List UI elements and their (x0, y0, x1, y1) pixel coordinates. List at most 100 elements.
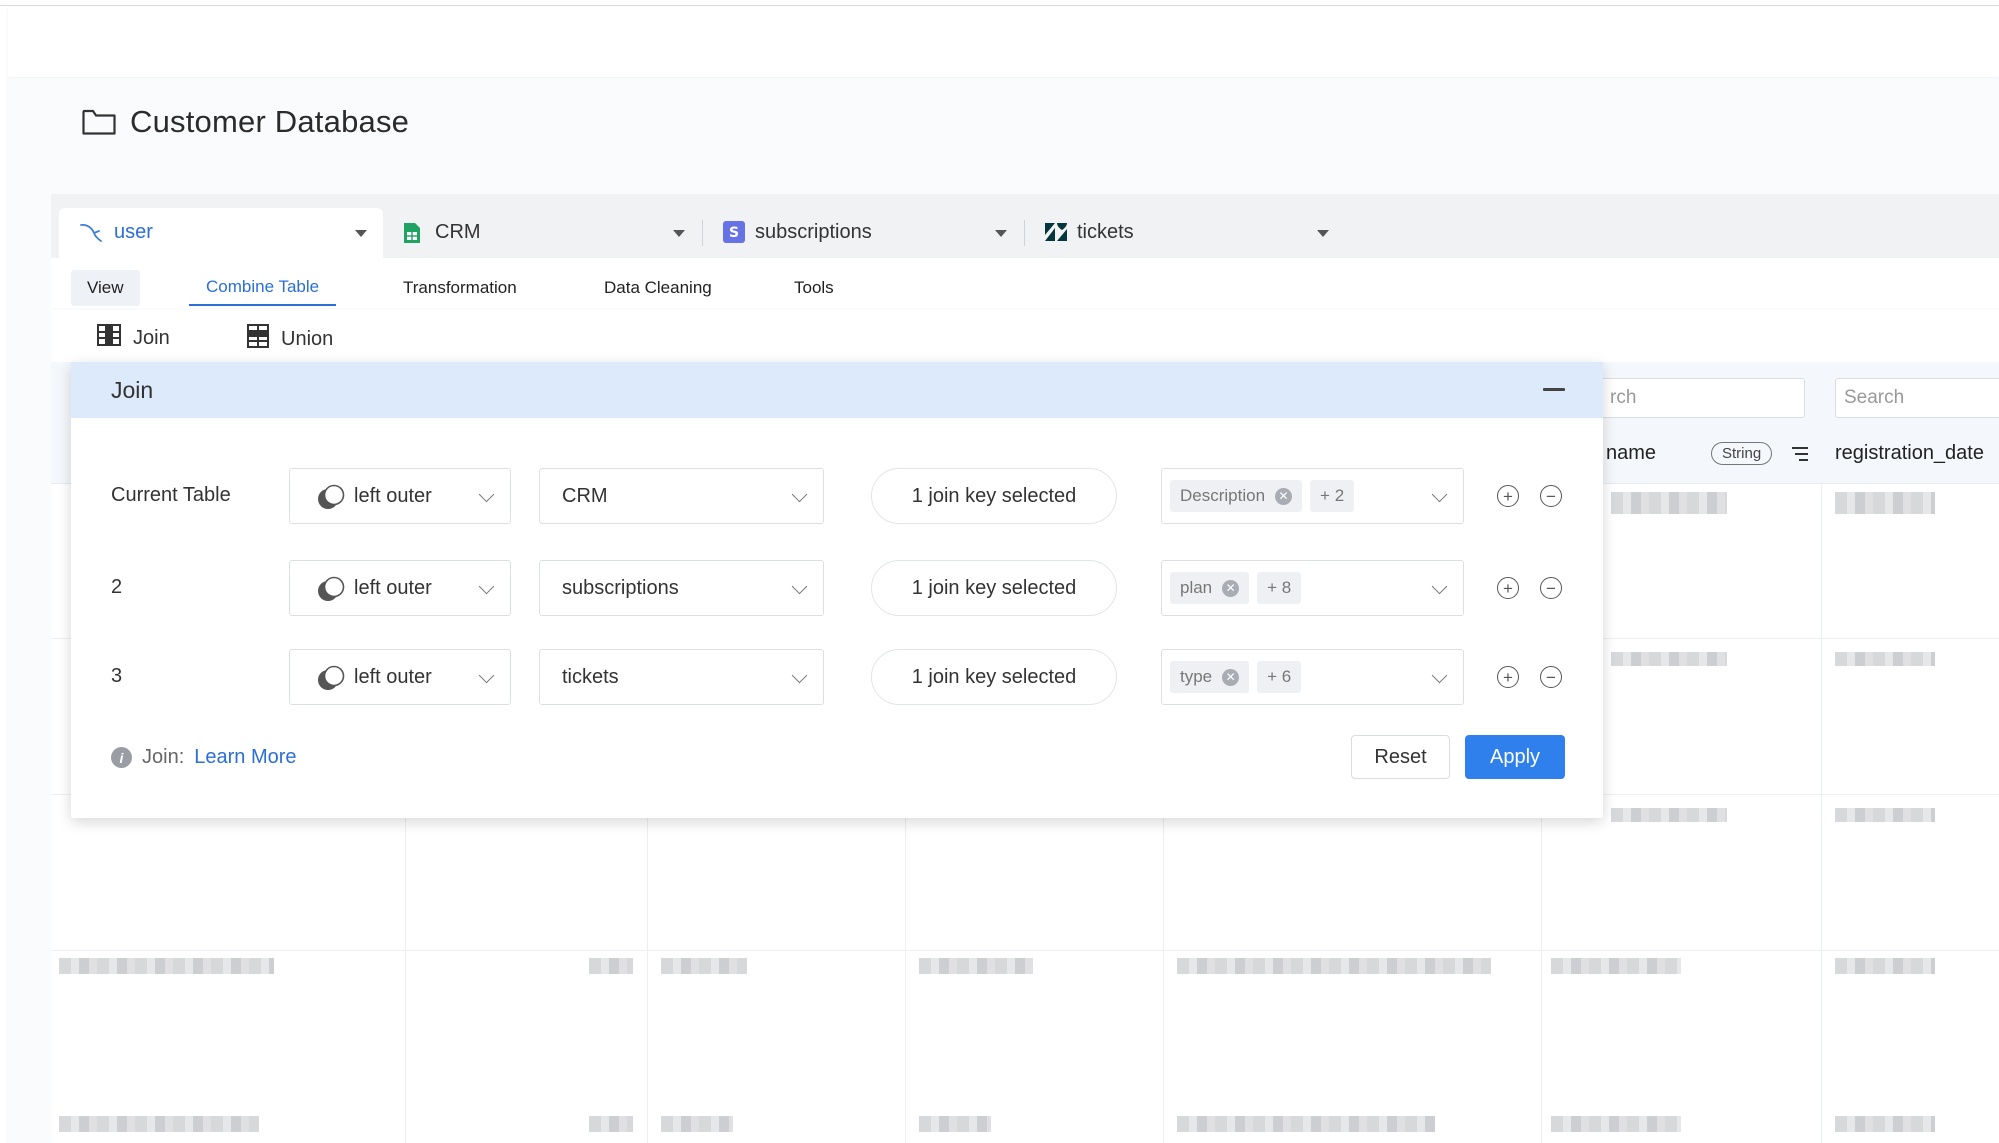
tab-tickets[interactable]: tickets (1025, 208, 1347, 258)
add-row-icon[interactable]: + (1497, 485, 1519, 507)
column-tag: Description ✕ (1170, 480, 1303, 512)
folder-icon (82, 109, 116, 135)
info-icon: i (111, 747, 132, 768)
tab-view[interactable]: View (71, 270, 140, 306)
tab-tools[interactable]: Tools (794, 270, 834, 306)
column-search-input[interactable]: Search (1835, 378, 1999, 418)
remove-row-icon[interactable]: − (1540, 666, 1562, 688)
column-tag-label: type (1180, 667, 1213, 686)
chevron-down-icon[interactable] (1317, 230, 1329, 237)
chevron-down-icon (791, 578, 808, 595)
join-key-button[interactable]: 1 join key selected (871, 560, 1117, 616)
join-button[interactable]: Join (97, 324, 170, 352)
join-type-select[interactable]: left outer (289, 560, 511, 616)
reset-button[interactable]: Reset (1351, 735, 1450, 779)
tab-subscriptions[interactable]: S subscriptions (703, 208, 1025, 258)
union-label: Union (281, 327, 334, 350)
more-columns-badge: + 2 (1310, 480, 1355, 512)
union-button[interactable]: Union (247, 324, 333, 354)
remove-row-icon[interactable]: − (1540, 485, 1562, 507)
column-multiselect[interactable]: Description ✕ + 2 (1161, 468, 1464, 524)
chevron-down-icon[interactable] (673, 230, 685, 237)
stripe-icon: S (723, 221, 745, 249)
chevron-down-icon[interactable] (355, 230, 367, 237)
mysql-icon (79, 222, 103, 250)
redacted-cell (919, 1116, 991, 1132)
tab-transformation[interactable]: Transformation (403, 270, 517, 306)
column-multiselect[interactable]: type ✕ + 6 (1161, 649, 1464, 705)
redacted-cell (1551, 958, 1681, 974)
left-outer-join-icon (316, 484, 346, 510)
more-columns-badge: + 6 (1257, 661, 1302, 693)
tab-label: subscriptions (755, 221, 872, 243)
page-title: Customer Database (130, 104, 410, 139)
add-row-icon[interactable]: + (1497, 577, 1519, 599)
join-row-label: 3 (111, 665, 123, 687)
redacted-cell (59, 1116, 259, 1132)
column-divider (1821, 484, 1822, 1143)
join-row: Current Table left outer CRM 1 join key … (71, 468, 1603, 524)
redacted-cell (1177, 1116, 1435, 1132)
tab-data-cleaning[interactable]: Data Cleaning (604, 270, 712, 306)
join-panel: Join Current Table left outer CRM 1 join… (71, 362, 1603, 818)
redacted-cell (1835, 958, 1935, 974)
chevron-down-icon[interactable] (995, 230, 1007, 237)
join-key-button[interactable]: 1 join key selected (871, 468, 1117, 524)
table-select[interactable]: tickets (539, 649, 824, 705)
tab-label: tickets (1077, 221, 1134, 243)
table-value: subscriptions (562, 576, 679, 599)
redacted-cell (1835, 652, 1935, 666)
type-badge: String (1711, 442, 1773, 465)
join-row: 3 left outer tickets 1 join key selected… (71, 649, 1603, 705)
column-tag-label: plan (1180, 578, 1213, 597)
zendesk-icon (1045, 223, 1067, 247)
chevron-down-icon (478, 578, 495, 595)
chevron-down-icon (1431, 486, 1448, 503)
more-columns-badge: + 8 (1257, 572, 1302, 604)
apply-button[interactable]: Apply (1465, 735, 1565, 779)
join-type-select[interactable]: left outer (289, 468, 511, 524)
table-select[interactable]: CRM (539, 468, 824, 524)
join-type-select[interactable]: left outer (289, 649, 511, 705)
minimize-icon[interactable] (1543, 388, 1565, 391)
tab-user[interactable]: user (59, 208, 383, 258)
remove-tag-icon[interactable]: ✕ (1222, 579, 1240, 597)
column-header-name[interactable]: name (1606, 442, 1656, 465)
remove-row-icon[interactable]: − (1540, 577, 1562, 599)
left-outer-join-icon (316, 665, 346, 691)
redacted-cell (589, 1116, 633, 1132)
redacted-cell (661, 958, 747, 974)
join-type-value: left outer (354, 576, 432, 599)
tab-combine-table[interactable]: Combine Table (189, 270, 337, 306)
join-icon (97, 324, 121, 352)
combine-toolbar: Join Union (51, 310, 1999, 362)
remove-tag-icon[interactable]: ✕ (1275, 487, 1293, 505)
table-value: CRM (562, 484, 608, 507)
search-text: rch (1610, 387, 1637, 408)
tab-crm[interactable]: CRM (383, 208, 703, 258)
redacted-cell (661, 1116, 733, 1132)
page-header: Customer Database (82, 104, 409, 140)
remove-tag-icon[interactable]: ✕ (1222, 668, 1240, 686)
table-select[interactable]: subscriptions (539, 560, 824, 616)
column-tag: plan ✕ (1170, 572, 1250, 604)
column-tag-label: Description (1180, 486, 1266, 505)
join-type-value: left outer (354, 665, 432, 688)
column-multiselect[interactable]: plan ✕ + 8 (1161, 560, 1464, 616)
chevron-down-icon (1431, 667, 1448, 684)
sort-icon[interactable] (1791, 446, 1809, 467)
join-key-button[interactable]: 1 join key selected (871, 649, 1117, 705)
chevron-down-icon (478, 486, 495, 503)
learn-more-link[interactable]: Learn More (194, 746, 296, 769)
redacted-cell (1835, 492, 1935, 514)
redacted-cell (59, 958, 274, 974)
column-header-registration-date[interactable]: registration_date (1835, 442, 1984, 465)
tab-label: CRM (435, 221, 481, 243)
join-row-label: Current Table (111, 484, 231, 506)
join-row-label: 2 (111, 576, 123, 598)
chevron-down-icon (1431, 578, 1448, 595)
add-row-icon[interactable]: + (1497, 666, 1519, 688)
join-type-value: left outer (354, 484, 432, 507)
redacted-cell (1551, 1116, 1681, 1132)
redacted-cell (1611, 808, 1727, 822)
